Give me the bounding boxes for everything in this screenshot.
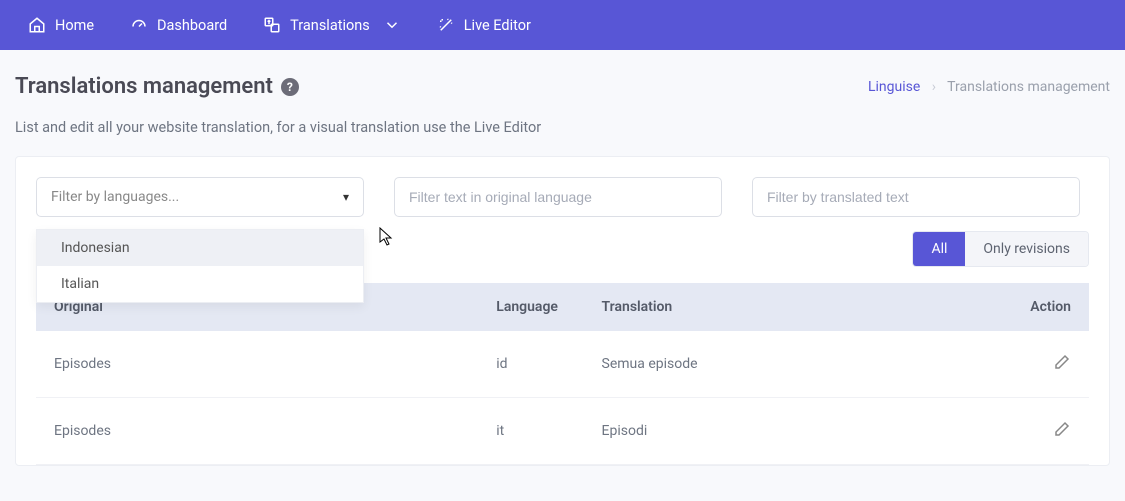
translations-table: Original Language Translation Action Epi… (36, 283, 1089, 465)
cell-translation: Episodi (584, 398, 984, 465)
translate-icon (263, 16, 281, 34)
th-action: Action (984, 283, 1089, 331)
original-text-filter[interactable] (394, 177, 722, 217)
table-row: Episodes id Semua episode (36, 331, 1089, 398)
chevron-down-icon (383, 16, 401, 34)
nav-dashboard[interactable]: Dashboard (112, 0, 245, 50)
th-language[interactable]: Language (478, 283, 583, 331)
page-title-text: Translations management (15, 74, 273, 99)
page-subtitle: List and edit all your website translati… (15, 119, 1110, 136)
home-icon (28, 16, 46, 34)
nav-dashboard-label: Dashboard (157, 17, 227, 34)
cell-language: id (478, 331, 583, 398)
translated-text-input[interactable] (767, 189, 1065, 205)
page-title: Translations management ? (15, 74, 299, 99)
table-row: Episodes it Episodi (36, 398, 1089, 465)
breadcrumb-root[interactable]: Linguise (868, 79, 920, 95)
gauge-icon (130, 16, 148, 34)
dropdown-item-italian[interactable]: Italian (37, 266, 363, 302)
panel: Filter by languages... ▾ Indonesian Ital… (15, 156, 1110, 466)
nav-translations[interactable]: Translations (245, 0, 419, 50)
nav-live-editor[interactable]: Live Editor (419, 0, 549, 50)
breadcrumb: Linguise › Translations management (868, 79, 1110, 95)
translated-text-filter[interactable] (752, 177, 1080, 217)
breadcrumb-separator: › (932, 79, 936, 95)
cell-translation: Semua episode (584, 331, 984, 398)
language-filter-placeholder: Filter by languages... (51, 189, 179, 205)
revision-toggle-group: All Only revisions (912, 231, 1089, 267)
cell-language: it (478, 398, 583, 465)
original-text-input[interactable] (409, 189, 707, 205)
wand-icon (437, 16, 455, 34)
nav-home[interactable]: Home (10, 0, 112, 50)
cell-original: Episodes (36, 331, 478, 398)
th-translation[interactable]: Translation (584, 283, 984, 331)
nav-live-editor-label: Live Editor (464, 17, 531, 34)
filters-row: Filter by languages... ▾ Indonesian Ital… (36, 177, 1089, 217)
cell-original: Episodes (36, 398, 478, 465)
language-filter-select[interactable]: Filter by languages... ▾ (36, 177, 364, 217)
edit-icon[interactable] (1053, 353, 1071, 371)
edit-icon[interactable] (1053, 420, 1071, 438)
nav-translations-label: Translations (290, 17, 370, 34)
chevron-down-icon: ▾ (343, 190, 349, 204)
breadcrumb-current: Translations management (947, 79, 1110, 95)
toggle-all[interactable]: All (913, 232, 965, 266)
language-filter-dropdown: Indonesian Italian (36, 229, 364, 303)
toggle-only-revisions[interactable]: Only revisions (965, 232, 1088, 266)
dropdown-item-indonesian[interactable]: Indonesian (37, 230, 363, 266)
top-nav: Home Dashboard Translations Live Editor (0, 0, 1125, 50)
page-header: Translations management ? Linguise › Tra… (15, 74, 1110, 99)
nav-home-label: Home (55, 17, 94, 34)
help-icon[interactable]: ? (281, 78, 299, 96)
